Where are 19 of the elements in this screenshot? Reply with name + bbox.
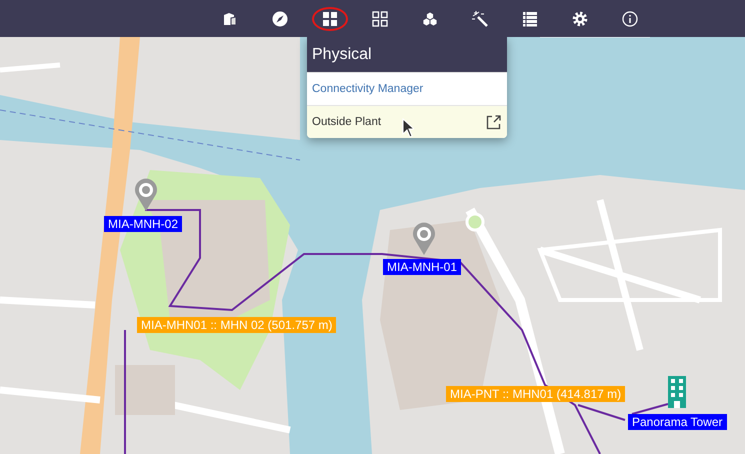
menu-item[interactable]: Outside Plant (307, 105, 507, 138)
external-link-icon[interactable] (486, 114, 501, 130)
compass-icon (272, 10, 288, 26)
map-label[interactable]: MIA-MNH-02 (104, 216, 182, 232)
buildings-icon (222, 10, 238, 26)
list-icon (522, 10, 538, 26)
map-label[interactable]: MIA-MNH-01 (383, 259, 462, 275)
toolbar-button[interactable] (312, 6, 348, 30)
grid-icon (322, 10, 338, 26)
info-icon (622, 10, 638, 26)
magic-wand-icon (472, 10, 488, 26)
building-icon[interactable] (666, 376, 688, 408)
mouse-cursor-icon (402, 118, 414, 138)
map-label[interactable]: Panorama Tower (628, 414, 726, 430)
menu-title: Physical (307, 37, 507, 72)
cubes-icon (422, 10, 438, 26)
grid-outline-icon (372, 10, 388, 26)
map-pin-icon[interactable] (134, 178, 158, 212)
settings-icon (572, 10, 588, 26)
